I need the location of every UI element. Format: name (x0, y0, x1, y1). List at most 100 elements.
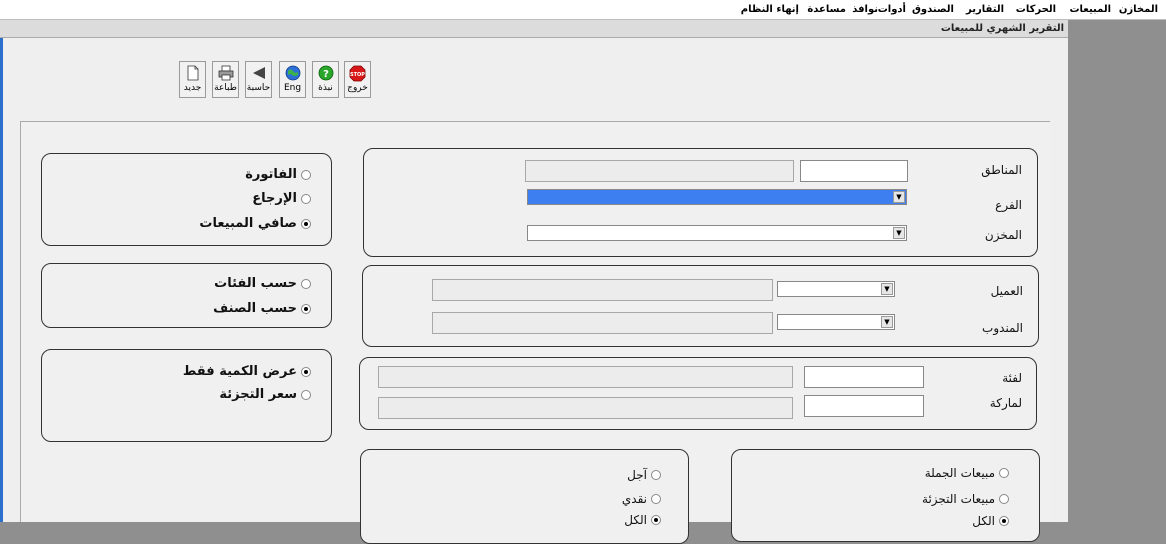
radio-sale-all-circle[interactable] (999, 516, 1009, 526)
radio-payment-all-circle[interactable] (651, 515, 661, 525)
radio-invoice[interactable]: الفاتورة (245, 167, 311, 182)
radio-wholesale-label: مبيعات الجملة (924, 466, 995, 480)
menu-sales[interactable]: المبيعات (1070, 4, 1112, 15)
globe-icon (284, 64, 302, 82)
menu-tools[interactable]: أدوات (878, 4, 906, 15)
radio-wholesale[interactable]: مبيعات الجملة (925, 466, 1009, 480)
radio-retail-price-circle[interactable] (301, 389, 311, 400)
form-panel: الفاتورة الإرجاع صافي المبيعات حسب الفئا… (20, 121, 1050, 544)
category-code-field[interactable] (804, 366, 924, 388)
stop-sign-icon: STOP (349, 64, 367, 82)
radio-by-item[interactable]: حسب الصنف (213, 301, 311, 316)
window-titlebar: التقرير الشهري للمبيعات (0, 20, 1068, 38)
new-button[interactable]: جديد (179, 61, 206, 98)
radio-sale-all[interactable]: الكل (972, 514, 1009, 528)
radio-by-item-circle[interactable] (301, 303, 311, 314)
printer-icon (217, 64, 235, 82)
radio-retail-price[interactable]: سعر التجزئة (219, 387, 311, 402)
calculator-button[interactable]: حاسبة (245, 61, 272, 98)
menu-stores[interactable]: المخازن (1119, 4, 1158, 15)
radio-return-circle[interactable] (301, 193, 311, 204)
radio-by-category-circle[interactable] (301, 278, 311, 289)
radio-credit-label: آجل (627, 468, 647, 482)
english-button-label: Eng (283, 83, 302, 93)
svg-text:?: ? (323, 69, 329, 80)
about-button-label: نبذة (318, 83, 333, 93)
print-button-label: طباعة (214, 83, 237, 93)
exit-button-label: خروج (347, 83, 368, 93)
calculator-arrow-icon (250, 64, 268, 82)
radio-net-sales[interactable]: صافي المبيعات (199, 216, 311, 231)
chevron-down-icon[interactable]: ▼ (881, 283, 893, 295)
menu-help[interactable]: مساعدة (807, 4, 846, 15)
category-group: لفئة لماركة (359, 357, 1037, 430)
customer-name-field[interactable] (432, 279, 773, 301)
radio-quantity-only[interactable]: عرض الكمية فقط (183, 364, 311, 379)
radio-wholesale-circle[interactable] (999, 468, 1009, 478)
chevron-down-icon[interactable]: ▼ (893, 191, 905, 203)
radio-by-item-label: حسب الصنف (213, 301, 297, 316)
radio-cash-circle[interactable] (651, 494, 661, 504)
store-select[interactable]: ▼ (527, 225, 907, 241)
radio-cash-label: نقدي (621, 492, 647, 506)
window-title: التقرير الشهري للمبيعات (940, 23, 1064, 34)
chevron-down-icon[interactable]: ▼ (881, 316, 893, 328)
menu-windows[interactable]: نوافذ (852, 4, 878, 15)
location-group: المناطق الفرع ▼ المخزن ▼ (363, 148, 1038, 257)
grouping-group: حسب الفئات حسب الصنف (41, 263, 332, 328)
radio-by-category[interactable]: حسب الفئات (214, 276, 311, 291)
radio-retail-label: مبيعات التجزئة (922, 492, 995, 506)
radio-payment-all-label: الكل (624, 513, 647, 527)
radio-net-sales-label: صافي المبيعات (199, 216, 297, 231)
brand-code-field[interactable] (804, 395, 924, 417)
menu-reports[interactable]: التقارير (966, 4, 1004, 15)
radio-return-label: الإرجاع (252, 191, 297, 206)
brand-name-field[interactable] (378, 397, 793, 419)
menu-cashbox[interactable]: الصندوق (912, 4, 954, 15)
region-label: المناطق (981, 163, 1022, 177)
radio-cash[interactable]: نقدي (622, 492, 661, 506)
chevron-down-icon[interactable]: ▼ (893, 227, 905, 239)
english-button[interactable]: Eng (279, 61, 306, 98)
radio-by-category-label: حسب الفئات (214, 276, 297, 291)
rep-label: المندوب (982, 321, 1023, 335)
calculator-button-label: حاسبة (246, 83, 271, 93)
menu-transactions[interactable]: الحركات (1016, 4, 1056, 15)
radio-credit[interactable]: آجل (627, 468, 661, 482)
rep-name-field[interactable] (432, 312, 773, 334)
about-button[interactable]: ? نبذة (312, 61, 339, 98)
customer-select[interactable]: ▼ (777, 281, 895, 297)
left-accent-strip (0, 38, 3, 522)
radio-retail[interactable]: مبيعات التجزئة (922, 492, 1009, 506)
exit-button[interactable]: STOP خروج (344, 61, 371, 98)
help-icon: ? (317, 64, 335, 82)
radio-quantity-only-label: عرض الكمية فقط (182, 364, 297, 379)
category-name-field[interactable] (378, 366, 793, 388)
radio-payment-all[interactable]: الكل (624, 513, 661, 527)
radio-invoice-circle[interactable] (301, 169, 311, 180)
report-type-group: الفاتورة الإرجاع صافي المبيعات (41, 153, 332, 246)
radio-retail-circle[interactable] (999, 494, 1009, 504)
menu-bar: المخازن المبيعات الحركات التقارير الصندو… (0, 0, 1166, 20)
svg-text:STOP: STOP (350, 72, 365, 78)
content-area: STOP خروج ? نبذة Eng حاسبة طباعة جديد ال… (0, 38, 1068, 544)
new-document-icon (184, 64, 202, 82)
region-name-field[interactable] (525, 160, 794, 182)
sale-type-group: مبيعات الجملة مبيعات التجزئة الكل (731, 449, 1040, 542)
branch-select[interactable]: ▼ (527, 189, 907, 205)
display-group: عرض الكمية فقط سعر التجزئة (41, 349, 332, 442)
category-label: لفئة (1002, 371, 1022, 385)
radio-return[interactable]: الإرجاع (252, 191, 311, 206)
radio-net-sales-circle[interactable] (301, 218, 311, 229)
rep-select[interactable]: ▼ (777, 314, 895, 330)
region-code-field[interactable] (800, 160, 908, 182)
radio-credit-circle[interactable] (651, 470, 661, 480)
menu-exit-system[interactable]: إنهاء النظام (741, 4, 799, 15)
payment-group: آجل نقدي الكل (360, 449, 689, 544)
radio-quantity-only-circle[interactable] (301, 366, 311, 377)
customer-label: العميل (990, 284, 1023, 298)
new-button-label: جديد (183, 83, 202, 93)
print-button[interactable]: طباعة (212, 61, 239, 98)
brand-label: لماركة (989, 396, 1022, 410)
radio-sale-all-label: الكل (972, 514, 995, 528)
